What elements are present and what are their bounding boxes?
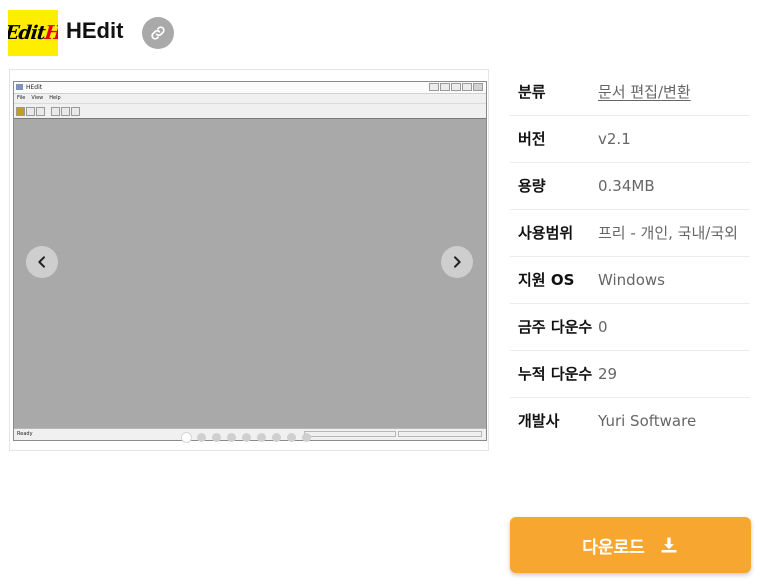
carousel-dot[interactable] [227,433,236,442]
download-icon [661,537,677,553]
info-row: 개발사 Yuri Software [510,398,750,444]
info-label: 금주 다운수 [518,318,593,336]
window-info-icon [440,83,450,91]
window-minimize-icon [451,83,461,91]
carousel-dot[interactable] [182,433,191,442]
carousel-indicators [182,433,311,442]
info-label: 분류 [518,83,546,101]
info-value: v2.1 [598,130,631,148]
info-label: 누적 다운수 [518,365,593,383]
app-window-icon [16,84,23,90]
info-row: 지원 OS Windows [510,257,750,304]
info-value: 0.34MB [598,177,655,195]
carousel-dot[interactable] [242,433,251,442]
category-link[interactable]: 문서 편집/변환 [598,80,750,104]
app-logo: EditH [8,10,58,56]
carousel-dot[interactable] [212,433,221,442]
chevron-left-icon [38,256,45,268]
info-value: 프리 - 개인, 국내/국외 [598,224,738,242]
info-label: 사용범위 [518,224,574,242]
window-maximize-icon [462,83,472,91]
info-row: 사용범위 프리 - 개인, 국내/국외 [510,210,750,257]
text-icon [36,106,45,116]
open-folder-icon [16,106,25,116]
app-info-table: 분류 문서 편집/변환버전 v2.1 용량 0.34MB 사용범위 프리 - 개인, 국내/… [510,69,750,444]
menu-help: Help [49,95,61,101]
link-icon [151,26,165,40]
info-value: 0 [598,318,608,336]
carousel-dot[interactable] [287,433,296,442]
menu-file: File [17,95,26,101]
screenshot-titlebar: HEdit [14,82,486,94]
info-label: 버전 [518,130,546,148]
carousel-dot[interactable] [257,433,266,442]
window-close-icon [473,83,483,91]
copy-icon [61,106,70,116]
share-link-button[interactable] [142,17,174,49]
carousel-dot[interactable] [302,433,311,442]
info-row: 용량 0.34MB [510,163,750,210]
paste-icon [71,106,80,116]
info-row: 금주 다운수 0 [510,304,750,351]
menu-view: View [31,95,44,101]
info-value: Windows [598,271,665,289]
info-value: Yuri Software [598,412,697,430]
screenshot-document-area [14,118,486,429]
download-button[interactable]: 다운로드 [510,517,751,573]
carousel-next-button[interactable] [441,246,473,278]
info-row: 누적 다운수 29 [510,351,750,398]
screenshot-carousel: HEdit File View Help Ready [9,69,489,451]
info-label: 개발사 [518,412,560,430]
app-screenshot-window: HEdit File View Help Ready [13,81,487,441]
cut-icon [51,106,60,116]
window-help-icon [429,83,439,91]
screenshot-menubar: File View Help [14,94,486,103]
carousel-dot[interactable] [272,433,281,442]
info-row: 분류 문서 편집/변환 [510,69,750,116]
carousel-dot[interactable] [197,433,206,442]
screenshot-toolbar [14,103,486,119]
info-label: 지원 OS [518,271,575,289]
app-title: HEdit [66,18,124,43]
carousel-prev-button[interactable] [26,246,58,278]
info-label: 용량 [518,177,546,195]
save-icon [26,106,35,116]
info-value: 29 [598,365,618,383]
chevron-right-icon [454,256,461,268]
download-label: 다운로드 [582,537,645,558]
info-row: 버전 v2.1 [510,116,750,163]
